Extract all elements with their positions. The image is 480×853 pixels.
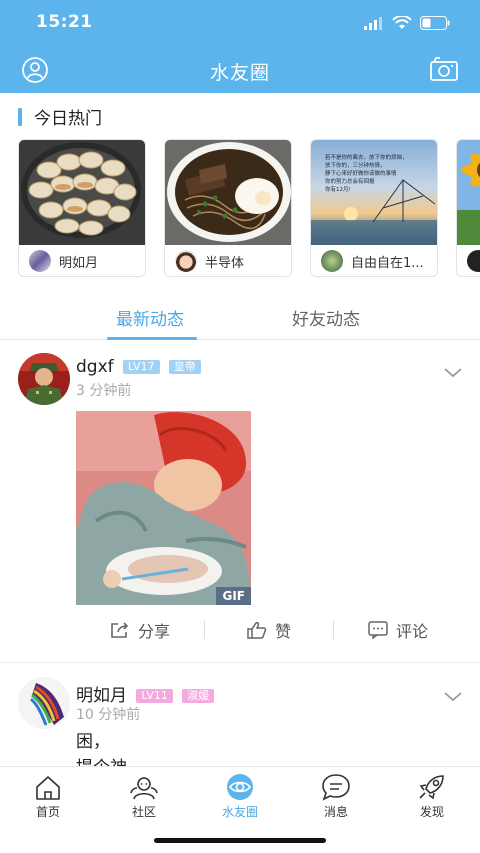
hot-card-image-text: 若不是你的离去，放下你的烦恼， 放下你的，三分钟热情， 静下心来好好做你该做的事… (325, 154, 435, 194)
tab-friends[interactable]: 好友动态 (292, 305, 360, 330)
level-badge: LV17 (123, 360, 160, 374)
post-time: 10 分钟前 (76, 707, 141, 723)
status-icons (364, 16, 450, 30)
hot-card-author: 明如月 (59, 255, 99, 271)
image-text-line: 你有12月! (325, 187, 351, 193)
tab-label: 水友圈 (221, 805, 258, 819)
signal-icon (364, 16, 382, 30)
post-text-line: 困， (76, 732, 110, 752)
hot-card-image (19, 140, 145, 245)
tab-community[interactable]: 社区 (109, 773, 179, 820)
post-header: 明如月 LV11 淑媛 (76, 681, 215, 706)
like-label: 赞 (274, 622, 291, 641)
status-bar: 15:21 (0, 0, 480, 46)
feed-tabs: 最新动态 好友动态 (0, 296, 480, 340)
hot-card-meta: 自由自在1... (311, 245, 437, 276)
post-text: 困， 提个神 (76, 729, 127, 766)
avatar (467, 250, 480, 272)
tab-latest[interactable]: 最新动态 (116, 305, 184, 330)
image-text-line: 若不是你的离去，放下你的烦恼， (325, 155, 408, 161)
chevron-down-icon (444, 692, 462, 702)
hot-card-meta (457, 245, 480, 276)
top-bar: 15:21 水友圈 (0, 0, 480, 93)
section-accent-bar (18, 107, 22, 126)
tab-label: 首页 (35, 805, 60, 819)
image-text-line: 你的努力总会有回报 (325, 179, 375, 185)
post-time: 3 分钟前 (76, 383, 132, 399)
hot-cards-carousel[interactable]: 明如月 半导体 若不是你的离去，放下你的烦恼， 放下你的，三分钟热情， 静下心来… (18, 139, 480, 279)
hot-section-header: 今日热门 (18, 104, 102, 129)
post-author-name[interactable]: dgxf (76, 357, 114, 377)
image-text-line: 静下心来好好做你该做的事情 (325, 171, 397, 177)
wifi-icon (392, 16, 412, 29)
rocket-icon (419, 775, 444, 800)
avatar[interactable] (18, 353, 70, 405)
tab-label: 消息 (323, 805, 348, 819)
feed-post: 明如月 LV11 淑媛 10 分钟前 困， 提个神 (0, 663, 480, 766)
post-menu-button[interactable] (444, 363, 462, 382)
avatar[interactable] (18, 677, 70, 729)
like-button[interactable]: 赞 (205, 618, 333, 642)
share-button[interactable]: 分享 (76, 618, 204, 642)
community-icon (130, 777, 158, 800)
feed-post: dgxf LV17 皇帝 3 分钟前 GIF 分享 赞 评论 (0, 340, 480, 663)
avatar (321, 250, 343, 272)
hot-card-image (165, 140, 291, 245)
avatar (175, 250, 197, 272)
status-time: 15:21 (36, 12, 93, 32)
home-icon (36, 776, 60, 800)
hot-card-meta: 明如月 (19, 245, 145, 276)
tab-label: 社区 (131, 805, 156, 819)
hot-card[interactable]: 明如月 (18, 139, 146, 277)
comment-button[interactable]: 评论 (334, 618, 462, 642)
tab-water-circle[interactable]: 水友圈 (205, 773, 275, 820)
hot-card-image: 若不是你的离去，放下你的烦恼， 放下你的，三分钟热情， 静下心来好好做你该做的事… (311, 140, 437, 245)
image-text-line: 放下你的，三分钟热情， (325, 163, 386, 169)
battery-icon (420, 16, 450, 30)
hot-card-meta: 半导体 (165, 245, 291, 276)
hot-card-author: 半导体 (205, 255, 245, 271)
tab-home[interactable]: 首页 (13, 773, 83, 820)
post-header: dgxf LV17 皇帝 (76, 357, 201, 377)
hot-card[interactable] (456, 139, 480, 277)
post-actions: 分享 赞 评论 (76, 615, 462, 645)
tab-label: 发现 (419, 805, 444, 819)
eye-circle-icon (227, 774, 253, 800)
gif-badge: GIF (216, 587, 251, 605)
share-label: 分享 (137, 622, 170, 641)
title-badge: 淑媛 (182, 689, 215, 703)
camera-button[interactable] (430, 57, 458, 85)
level-badge: LV11 (136, 689, 173, 703)
hot-section-title: 今日热门 (34, 109, 102, 129)
page-title: 水友圈 (209, 62, 270, 84)
comment-label: 评论 (395, 622, 428, 641)
thumbs-up-icon (247, 622, 267, 639)
tab-messages[interactable]: 消息 (301, 773, 371, 820)
avatar (29, 250, 51, 272)
post-text-line: 提个神 (76, 755, 127, 766)
camera-icon (430, 57, 458, 81)
comment-icon (368, 621, 388, 639)
hot-card-author: 自由自在1... (351, 255, 424, 271)
message-icon (322, 774, 350, 801)
post-author-name[interactable]: 明如月 (76, 686, 127, 706)
hot-card[interactable]: 若不是你的离去，放下你的烦恼， 放下你的，三分钟热情， 静下心来好好做你该做的事… (310, 139, 438, 277)
chevron-down-icon (444, 368, 462, 378)
hot-card-image (457, 140, 480, 245)
title-badge: 皇帝 (168, 360, 201, 374)
home-indicator (154, 838, 326, 843)
post-menu-button[interactable] (444, 687, 462, 706)
share-icon (111, 622, 129, 638)
tab-discover[interactable]: 发现 (397, 773, 467, 820)
hot-card[interactable]: 半导体 (164, 139, 292, 277)
post-image[interactable]: GIF (76, 411, 251, 605)
